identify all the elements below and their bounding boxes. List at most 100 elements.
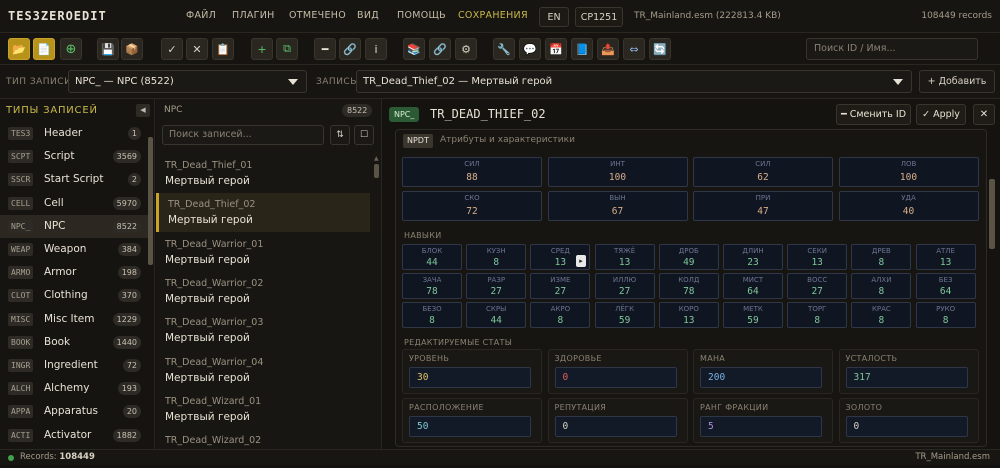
record-list-item[interactable]: TR_Dead_Thief_01 Мертвый герой xyxy=(156,154,370,193)
skill-cell[interactable]: БЕЗО 8 xyxy=(402,302,462,328)
record-type-item[interactable]: TES3 Header 1 xyxy=(0,122,148,145)
record-type-item[interactable]: ARMO Armor 198 xyxy=(0,261,148,284)
editable-stat-input[interactable]: 317 xyxy=(845,367,968,388)
skill-cell[interactable]: БЛОК 44 xyxy=(402,244,462,270)
record-list-item[interactable]: TR_Dead_Warrior_03 Мертвый герой xyxy=(156,311,370,350)
swap-icon[interactable]: ⇔ xyxy=(623,38,645,60)
skill-cell[interactable]: КОЛД 78 xyxy=(658,273,719,299)
save-icon[interactable]: 💾 xyxy=(97,38,119,60)
link-icon[interactable]: 🔗 xyxy=(429,38,451,60)
skill-cell[interactable]: ЗАЧА 78 xyxy=(402,273,462,299)
skill-cell[interactable]: ДРЕВ 8 xyxy=(851,244,912,270)
apply-button[interactable]: ✓ Apply xyxy=(916,104,966,125)
add-icon[interactable]: + xyxy=(251,38,273,60)
skill-cell[interactable]: ИЗМЕ 27 xyxy=(530,273,591,299)
sort-icon[interactable]: ⇅ xyxy=(330,125,350,145)
book-icon[interactable]: 📘 xyxy=(571,38,593,60)
calendar-icon[interactable]: 📅 xyxy=(545,38,567,60)
export-icon[interactable]: 📤 xyxy=(597,38,619,60)
skill-cell[interactable]: АТЛЕ 13 xyxy=(915,244,976,270)
record-search-input[interactable]: Поиск записей... xyxy=(162,125,324,145)
attribute-cell[interactable]: СКО 72 xyxy=(402,191,542,221)
record-type-item[interactable]: WEAP Weapon 384 xyxy=(0,238,148,261)
skill-cell[interactable]: ТОРГ 8 xyxy=(787,302,848,328)
attribute-cell[interactable]: ИНТ 100 xyxy=(547,157,688,187)
record-type-item[interactable]: CELL Cell 5970 xyxy=(0,192,148,215)
record-type-item[interactable]: APPA Apparatus 20 xyxy=(0,400,148,423)
editable-stat-input[interactable]: 5 xyxy=(700,416,822,437)
editable-stat-input[interactable]: 50 xyxy=(409,416,531,437)
skill-cell[interactable]: БЕЗ 64 xyxy=(915,273,976,299)
record-type-item[interactable]: SCPT Script 3569 xyxy=(0,145,148,168)
menu-help[interactable]: ПОМОЩЬ xyxy=(397,10,446,21)
books-icon[interactable]: 📚 xyxy=(403,38,425,60)
new-file-icon[interactable]: 📄 xyxy=(33,38,55,60)
minus-icon[interactable]: ━ xyxy=(314,38,336,60)
skill-cell[interactable]: МЕТК 59 xyxy=(723,302,783,328)
menu-file[interactable]: ФАЙЛ xyxy=(186,10,216,21)
editable-stat-input[interactable]: 30 xyxy=(409,367,531,388)
language-toggle[interactable]: EN xyxy=(539,7,569,27)
record-type-item[interactable]: ACTI Activator 1882 xyxy=(0,424,148,447)
record-type-item[interactable]: ALCH Alchemy 193 xyxy=(0,377,148,400)
record-list-item[interactable]: TR_Dead_Warrior_01 Мертвый герой xyxy=(156,233,370,272)
close-icon[interactable]: ✕ xyxy=(973,104,995,125)
check-icon[interactable]: ✓ xyxy=(161,38,183,60)
add-plugin-icon[interactable]: ⊕ xyxy=(60,38,82,60)
skill-cell[interactable]: КУЗН 8 xyxy=(466,244,527,270)
menu-view[interactable]: ВИД xyxy=(357,10,379,21)
skill-cell[interactable]: СКРЫ 44 xyxy=(466,302,527,328)
editable-stat-input[interactable]: 0 xyxy=(554,367,677,388)
record-select[interactable]: TR_Dead_Thief_02 — Мертвый герой xyxy=(356,70,912,93)
wrench-icon[interactable]: 🔧 xyxy=(493,38,515,60)
record-list-item[interactable]: TR_Dead_Wizard_01 Мертвый герой xyxy=(156,390,370,429)
attribute-cell[interactable]: СИЛ 88 xyxy=(402,157,542,187)
info-icon[interactable]: i xyxy=(365,38,387,60)
detail-scrollbar[interactable] xyxy=(989,179,995,249)
skill-cell[interactable]: ДРОБ 49 xyxy=(658,244,719,270)
record-list-item[interactable]: TR_Dead_Warrior_02 Мертвый герой xyxy=(156,272,370,311)
editable-stat-input[interactable]: 0 xyxy=(845,416,968,437)
attribute-cell[interactable]: ВЫН 67 xyxy=(547,191,688,221)
skill-cell[interactable]: МИСТ 64 xyxy=(723,273,783,299)
select-all-icon[interactable]: ☐ xyxy=(354,125,374,145)
cross-icon[interactable]: ✕ xyxy=(186,38,208,60)
types-scrollbar[interactable] xyxy=(148,137,153,265)
skill-cell[interactable]: РУКО 8 xyxy=(915,302,976,328)
menu-marked[interactable]: ОТМЕЧЕНО xyxy=(289,10,346,21)
record-list-item[interactable]: TR_Dead_Warrior_04 Мертвый герой xyxy=(156,351,370,390)
skill-cell[interactable]: КОРО 13 xyxy=(658,302,719,328)
skill-cell[interactable]: ВОСС 27 xyxy=(787,273,848,299)
skill-cell[interactable]: ДЛИН 23 xyxy=(723,244,783,270)
skill-cell[interactable]: АКРО 8 xyxy=(530,302,591,328)
record-type-item[interactable]: INGR Ingredient 72 xyxy=(0,354,148,377)
sync-icon[interactable]: 🔄 xyxy=(649,38,671,60)
record-type-item[interactable]: MISC Misc Item 1229 xyxy=(0,308,148,331)
skill-cell[interactable]: ИЛЛЮ 27 xyxy=(594,273,655,299)
package-icon[interactable]: 📦 xyxy=(121,38,143,60)
scroll-up-icon[interactable]: ▲ xyxy=(374,155,379,162)
search-input[interactable]: Поиск ID / Имя... xyxy=(806,38,978,60)
skill-cell[interactable]: АЛХИ 8 xyxy=(851,273,912,299)
skill-cell[interactable]: РАЗР 27 xyxy=(466,273,527,299)
menu-saves[interactable]: СОХРАНЕНИЯ xyxy=(458,10,528,21)
add-record-button[interactable]: + Добавить xyxy=(919,70,995,93)
record-type-item[interactable]: CLOT Clothing 370 xyxy=(0,284,148,307)
attribute-cell[interactable]: СИЛ 62 xyxy=(693,157,833,187)
record-type-item[interactable]: NPC_ NPC 8522 xyxy=(0,214,148,238)
attribute-cell[interactable]: ПРИ 47 xyxy=(693,191,833,221)
attribute-cell[interactable]: ЛОВ 100 xyxy=(838,157,979,187)
editable-stat-input[interactable]: 0 xyxy=(554,416,677,437)
record-type-item[interactable]: BOOK Book 1440 xyxy=(0,331,148,354)
gear-icon[interactable]: ⚙ xyxy=(455,38,477,60)
records-scrollbar[interactable] xyxy=(374,164,379,178)
skill-cell[interactable]: КРАС 8 xyxy=(851,302,912,328)
attribute-cell[interactable]: УДА 40 xyxy=(838,191,979,221)
clipboard-icon[interactable]: 📋 xyxy=(212,38,234,60)
record-list-item[interactable]: TR_Dead_Thief_02 Мертвый герой xyxy=(156,193,370,233)
record-type-select[interactable]: NPC_ — NPC (8522) xyxy=(68,70,307,93)
skill-cell[interactable]: СЕКИ 13 xyxy=(787,244,848,270)
tree-icon[interactable]: ⧉ xyxy=(276,38,298,60)
skill-cell[interactable]: ТЯЖЁ 13 xyxy=(594,244,655,270)
collapse-icon[interactable]: ◀ xyxy=(136,104,150,117)
